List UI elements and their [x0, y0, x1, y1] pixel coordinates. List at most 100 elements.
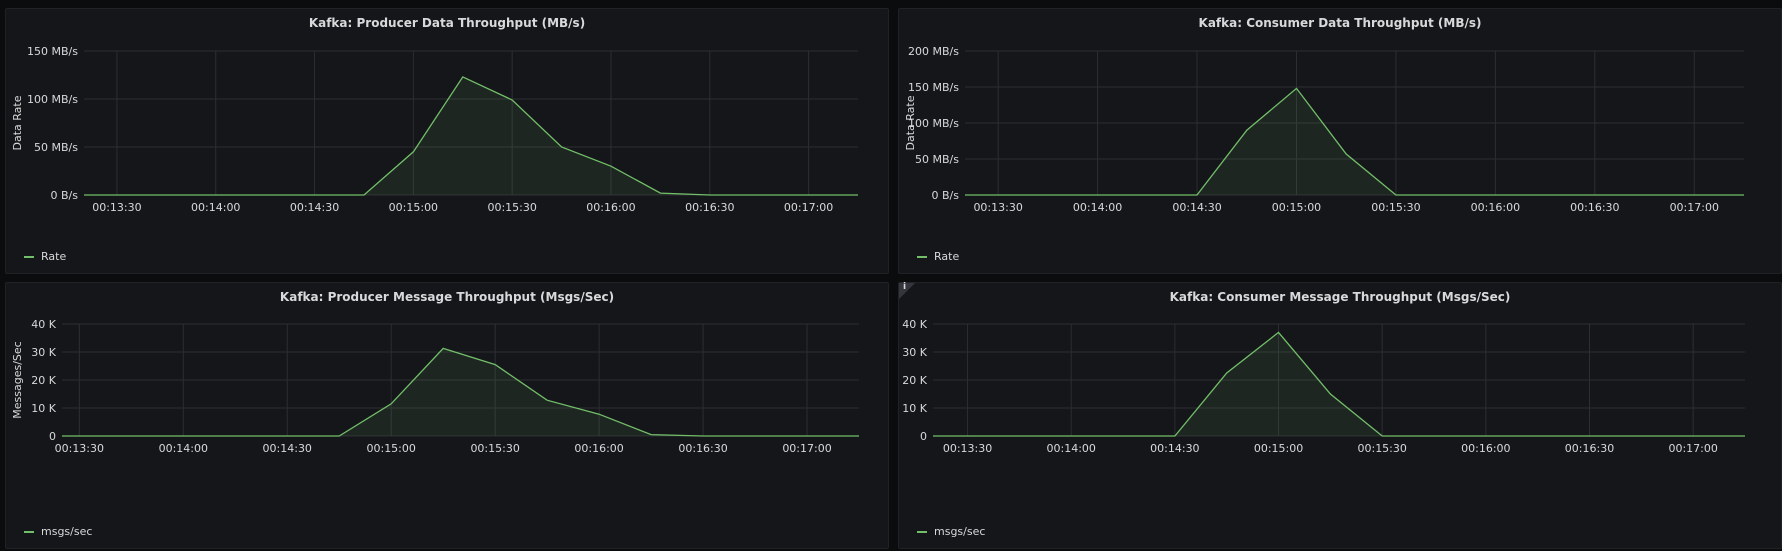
data-point — [1395, 194, 1397, 196]
data-point — [1485, 435, 1487, 437]
y-tick-label: 20 K — [31, 374, 56, 387]
producer-data-throughput-panel: Kafka: Producer Data Throughput (MB/s) 0… — [5, 8, 889, 274]
data-point — [338, 435, 340, 437]
x-tick-label: 00:17:00 — [784, 201, 833, 214]
x-tick-label: 00:13:30 — [55, 442, 104, 455]
y-tick-label: 0 B/s — [932, 189, 960, 202]
x-tick-label: 00:17:00 — [782, 442, 831, 455]
x-tick-label: 00:13:30 — [943, 442, 992, 455]
x-tick-label: 00:15:00 — [366, 442, 415, 455]
data-point — [1196, 194, 1198, 196]
legend[interactable]: Rate — [917, 250, 959, 263]
legend[interactable]: Rate — [24, 250, 66, 263]
consumer-message-throughput-chart[interactable]: 0 10 K 20 K 30 K 40 K 00:13:30 00:14:00 00:14:3… — [899, 283, 1782, 550]
x-tick-label: 00:17:00 — [1670, 201, 1719, 214]
x-tick-label: 00:14:30 — [263, 442, 312, 455]
data-point — [1693, 194, 1695, 196]
data-point — [83, 194, 85, 196]
data-point — [858, 435, 860, 437]
x-tick-label: 00:14:00 — [159, 442, 208, 455]
legend[interactable]: msgs/sec — [24, 525, 92, 538]
x-tick-label: 00:17:00 — [1668, 442, 1717, 455]
producer-data-throughput-chart[interactable]: 0 B/s 50 MB/s 100 MB/s 150 MB/s 00:13:30 00:1… — [6, 9, 890, 275]
x-tick-label: 00:14:00 — [191, 201, 240, 214]
legend-swatch — [24, 530, 34, 533]
x-tick-label: 00:14:30 — [290, 201, 339, 214]
producer-message-throughput-chart[interactable]: 010 K20 K30 K40 K00:13:30 00:14:00 00:14:3… — [6, 283, 890, 550]
data-point — [511, 99, 513, 101]
x-tick-label: 00:14:30 — [1172, 201, 1221, 214]
data-point — [1692, 435, 1694, 437]
data-point — [650, 434, 652, 436]
y-tick-label: 50 MB/s — [915, 153, 959, 166]
consumer-data-throughput-chart[interactable]: 0 B/s50 MB/s100 MB/s150 MB/s200 MB/s00:1… — [899, 9, 1782, 275]
data-point — [610, 165, 612, 167]
y-tick-label: 50 MB/s — [34, 141, 78, 154]
data-point — [1278, 331, 1280, 333]
legend-label: Rate — [934, 250, 960, 263]
series-area — [933, 332, 1745, 436]
x-tick-label: 00:14:00 — [1073, 201, 1122, 214]
data-point — [806, 435, 808, 437]
data-point — [1743, 194, 1745, 196]
y-tick-label: 10 K — [902, 402, 927, 415]
data-point — [598, 413, 600, 415]
data-point — [702, 435, 704, 437]
data-point — [494, 364, 496, 366]
series-area — [62, 348, 859, 436]
y-tick-label: 30 K — [31, 346, 56, 359]
legend-swatch — [917, 255, 927, 258]
y-tick-label: 200 MB/s — [908, 45, 959, 58]
x-tick-label: 00:16:30 — [1570, 201, 1619, 214]
data-point — [1174, 435, 1176, 437]
consumer-message-throughput-panel: i Kafka: Consumer Message Throughput (Ms… — [898, 282, 1782, 549]
legend-label: msgs/sec — [934, 525, 986, 538]
x-tick-label: 00:16:00 — [574, 442, 623, 455]
legend-label: msgs/sec — [41, 525, 93, 538]
x-tick-label: 00:16:00 — [1471, 201, 1520, 214]
x-tick-label: 00:16:00 — [1461, 442, 1510, 455]
data-point — [462, 76, 464, 78]
legend-label: Rate — [41, 250, 67, 263]
y-tick-label: 0 B/s — [51, 189, 79, 202]
x-tick-label: 00:16:00 — [586, 201, 635, 214]
data-point — [932, 435, 934, 437]
y-axis-label: Data Rate — [11, 95, 24, 150]
y-tick-label: 40 K — [902, 318, 927, 331]
x-tick-label: 00:13:30 — [92, 201, 141, 214]
x-tick-label: 00:15:30 — [487, 201, 536, 214]
legend[interactable]: msgs/sec — [917, 525, 985, 538]
data-point — [1226, 372, 1228, 374]
data-point — [1744, 435, 1746, 437]
y-tick-label: 20 K — [902, 374, 927, 387]
x-tick-label: 00:16:30 — [678, 442, 727, 455]
y-tick-label: 30 K — [902, 346, 927, 359]
x-tick-label: 00:14:00 — [1047, 442, 1096, 455]
x-tick-label: 00:14:30 — [1150, 442, 1199, 455]
data-point — [857, 194, 859, 196]
data-point — [1494, 194, 1496, 196]
series-area — [84, 76, 858, 195]
data-point — [1295, 87, 1297, 89]
data-point — [363, 194, 365, 196]
producer-message-throughput-panel: Kafka: Producer Message Throughput (Msgs… — [5, 282, 889, 549]
x-tick-label: 00:15:00 — [389, 201, 438, 214]
x-tick-label: 00:15:30 — [1371, 201, 1420, 214]
x-tick-label: 00:15:00 — [1254, 442, 1303, 455]
data-point — [546, 399, 548, 401]
x-tick-label: 00:15:00 — [1272, 201, 1321, 214]
data-point — [61, 435, 63, 437]
data-point — [442, 347, 444, 349]
x-tick-label: 00:16:30 — [1565, 442, 1614, 455]
y-tick-label: 40 K — [31, 318, 56, 331]
y-axis-label: Messages/Sec — [11, 341, 24, 418]
y-tick-label: 10 K — [31, 402, 56, 415]
y-tick-label: 150 MB/s — [27, 45, 78, 58]
x-tick-label: 00:15:30 — [470, 442, 519, 455]
data-point — [964, 194, 966, 196]
legend-swatch — [24, 255, 34, 258]
data-point — [1381, 435, 1383, 437]
x-tick-label: 00:13:30 — [973, 201, 1022, 214]
y-axis-label: Data Rate — [904, 95, 917, 150]
data-point — [1246, 129, 1248, 131]
